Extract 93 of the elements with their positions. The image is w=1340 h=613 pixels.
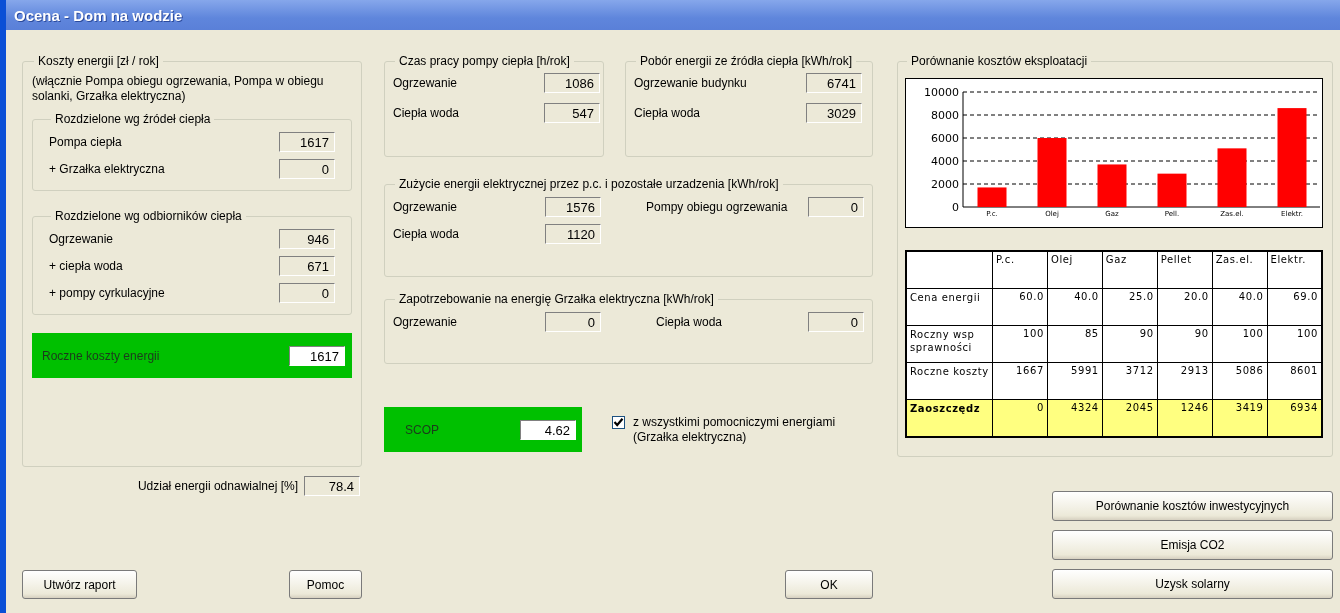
table-cell: 5086 — [1212, 362, 1268, 400]
table-cell: 4324 — [1047, 399, 1103, 437]
table-cell: 100 — [992, 325, 1048, 363]
field-label: Udział energii odnawialnej [%] — [137, 479, 298, 493]
group-title: Rozdzielone wg źródeł ciepła — [54, 112, 212, 126]
window-title: Ocena - Dom na wodzie — [14, 6, 183, 24]
field-label: Ciepła woda — [634, 106, 701, 120]
table-cell: 40.0 — [1212, 288, 1268, 326]
group-title: Czas pracy pompy ciepła [h/rok] — [398, 54, 571, 68]
value-field: 0 — [545, 311, 601, 332]
field-label: Ogrzewanie — [393, 76, 458, 90]
field-label: Ciepła woda — [393, 106, 460, 120]
group-title: Pobór energii ze źródła ciepła [kWh/rok] — [639, 54, 854, 68]
value-field: 1086 — [544, 73, 600, 93]
table-cell: 6934 — [1267, 399, 1322, 437]
field-label: Ogrzewanie — [393, 199, 458, 214]
tick-label: 8000 — [931, 109, 959, 122]
value-field: 547 — [544, 103, 600, 123]
value-field: 0 — [279, 282, 335, 303]
table-cell: 0 — [992, 399, 1048, 437]
value-field: 6741 — [806, 73, 862, 93]
column-header: P.c. — [992, 251, 1048, 289]
bar — [1037, 138, 1067, 207]
checkbox-label: z wszystkimi pomocniczymi energiami (Grzałka elektryczna) — [633, 415, 837, 445]
value-field: 0 — [279, 158, 335, 179]
field-label: Ogrzewanie — [49, 231, 114, 246]
total-label: Roczne koszty energii — [42, 348, 160, 363]
field-label: Ciepła woda — [393, 226, 460, 241]
field-label: + ciepła woda — [49, 258, 123, 273]
bar — [1157, 173, 1187, 207]
tick-label: 4000 — [931, 155, 959, 168]
tick-label: 6000 — [931, 132, 959, 145]
table-cell: 20.0 — [1157, 288, 1213, 326]
bar — [977, 187, 1007, 207]
ok-button[interactable]: OK — [785, 570, 873, 599]
value-field: 1617 — [279, 131, 335, 152]
group-title: Zużycie energii elektrycznej przez p.c. i pozostałe urzadzenia [kWh/rok] — [398, 177, 780, 191]
field-label: Ogrzewanie budynku — [634, 76, 747, 90]
row-header: Zaoszczędz — [906, 399, 993, 437]
value-field: 3029 — [806, 103, 862, 123]
table-cell: 100 — [1212, 325, 1268, 363]
dialog-button[interactable]: Utwórz raport — [22, 570, 137, 599]
tick-label: 2000 — [931, 178, 959, 191]
table-cell: 2045 — [1102, 399, 1158, 437]
field-label: Ciepła woda — [656, 314, 723, 329]
scop-label: SCOP — [405, 422, 439, 437]
value-field: 1576 — [545, 196, 601, 217]
table-cell: 5991 — [1047, 362, 1103, 400]
table-cell: 3712 — [1102, 362, 1158, 400]
table-cell: 90 — [1102, 325, 1158, 363]
row-header: Roczny wsp sprawności — [906, 325, 993, 363]
bar — [1217, 148, 1247, 207]
table-cell: 1667 — [992, 362, 1048, 400]
table-cell: 40.0 — [1047, 288, 1103, 326]
dialog-button[interactable]: Emisja CO2 — [1052, 530, 1333, 560]
dialog-button[interactable]: Pomoc — [289, 570, 362, 599]
group-title: Koszty energii [zł / rok] — [37, 54, 160, 68]
table-cell: 1246 — [1157, 399, 1213, 437]
value-field: 671 — [279, 255, 335, 276]
note-text: (włącznie Pompa obiegu ogrzewania, Pompa w obiegu solanki, Grzałka elektryczna) — [32, 74, 325, 104]
column-header: Gaz — [1102, 251, 1158, 289]
bar — [1097, 164, 1127, 207]
group-title: Zapotrzebowanie na energię Grzałka elektryczna [kWh/rok] — [398, 292, 715, 306]
dialog-button[interactable]: Uzysk solarny — [1052, 569, 1333, 599]
table-cell: 90 — [1157, 325, 1213, 363]
checkbox[interactable] — [612, 416, 625, 429]
table-cell: 85 — [1047, 325, 1103, 363]
value-field: 4.62 — [520, 419, 576, 440]
tick-label: 0 — [952, 201, 959, 214]
tick-label: 10000 — [924, 86, 959, 99]
field-label: Ogrzewanie — [393, 314, 458, 329]
field-label: Pompa ciepła — [49, 134, 122, 149]
value-field: 78.4 — [304, 476, 360, 496]
column-header: Zas.el. — [1212, 251, 1268, 289]
value-field: 0 — [808, 196, 864, 217]
value-field: 1617 — [289, 345, 345, 366]
field-label: + Grzałka elektryczna — [49, 161, 165, 176]
dialog-button[interactable]: Porównanie kosztów inwestycyjnych — [1052, 491, 1333, 521]
field-label: Pompy obiegu ogrzewania — [646, 199, 788, 214]
row-header: Roczne koszty — [906, 362, 993, 400]
group-title: Rozdzielone wg odbiorników ciepła — [54, 209, 243, 223]
field-label: + pompy cyrkulacyjne — [49, 285, 165, 300]
value-field: 1120 — [545, 223, 601, 244]
value-field: 0 — [808, 311, 864, 332]
table-cell: 3419 — [1212, 399, 1268, 437]
table-cell: 2913 — [1157, 362, 1213, 400]
group-title: Porównanie kosztów eksploatacji — [910, 54, 1089, 68]
table-cell: 25.0 — [1102, 288, 1158, 326]
row-header: Cena energii — [906, 288, 993, 326]
value-field: 946 — [279, 228, 335, 249]
table-cell: 60.0 — [992, 288, 1048, 326]
column-header: Olej — [1047, 251, 1103, 289]
column-header: Pellet — [1157, 251, 1213, 289]
